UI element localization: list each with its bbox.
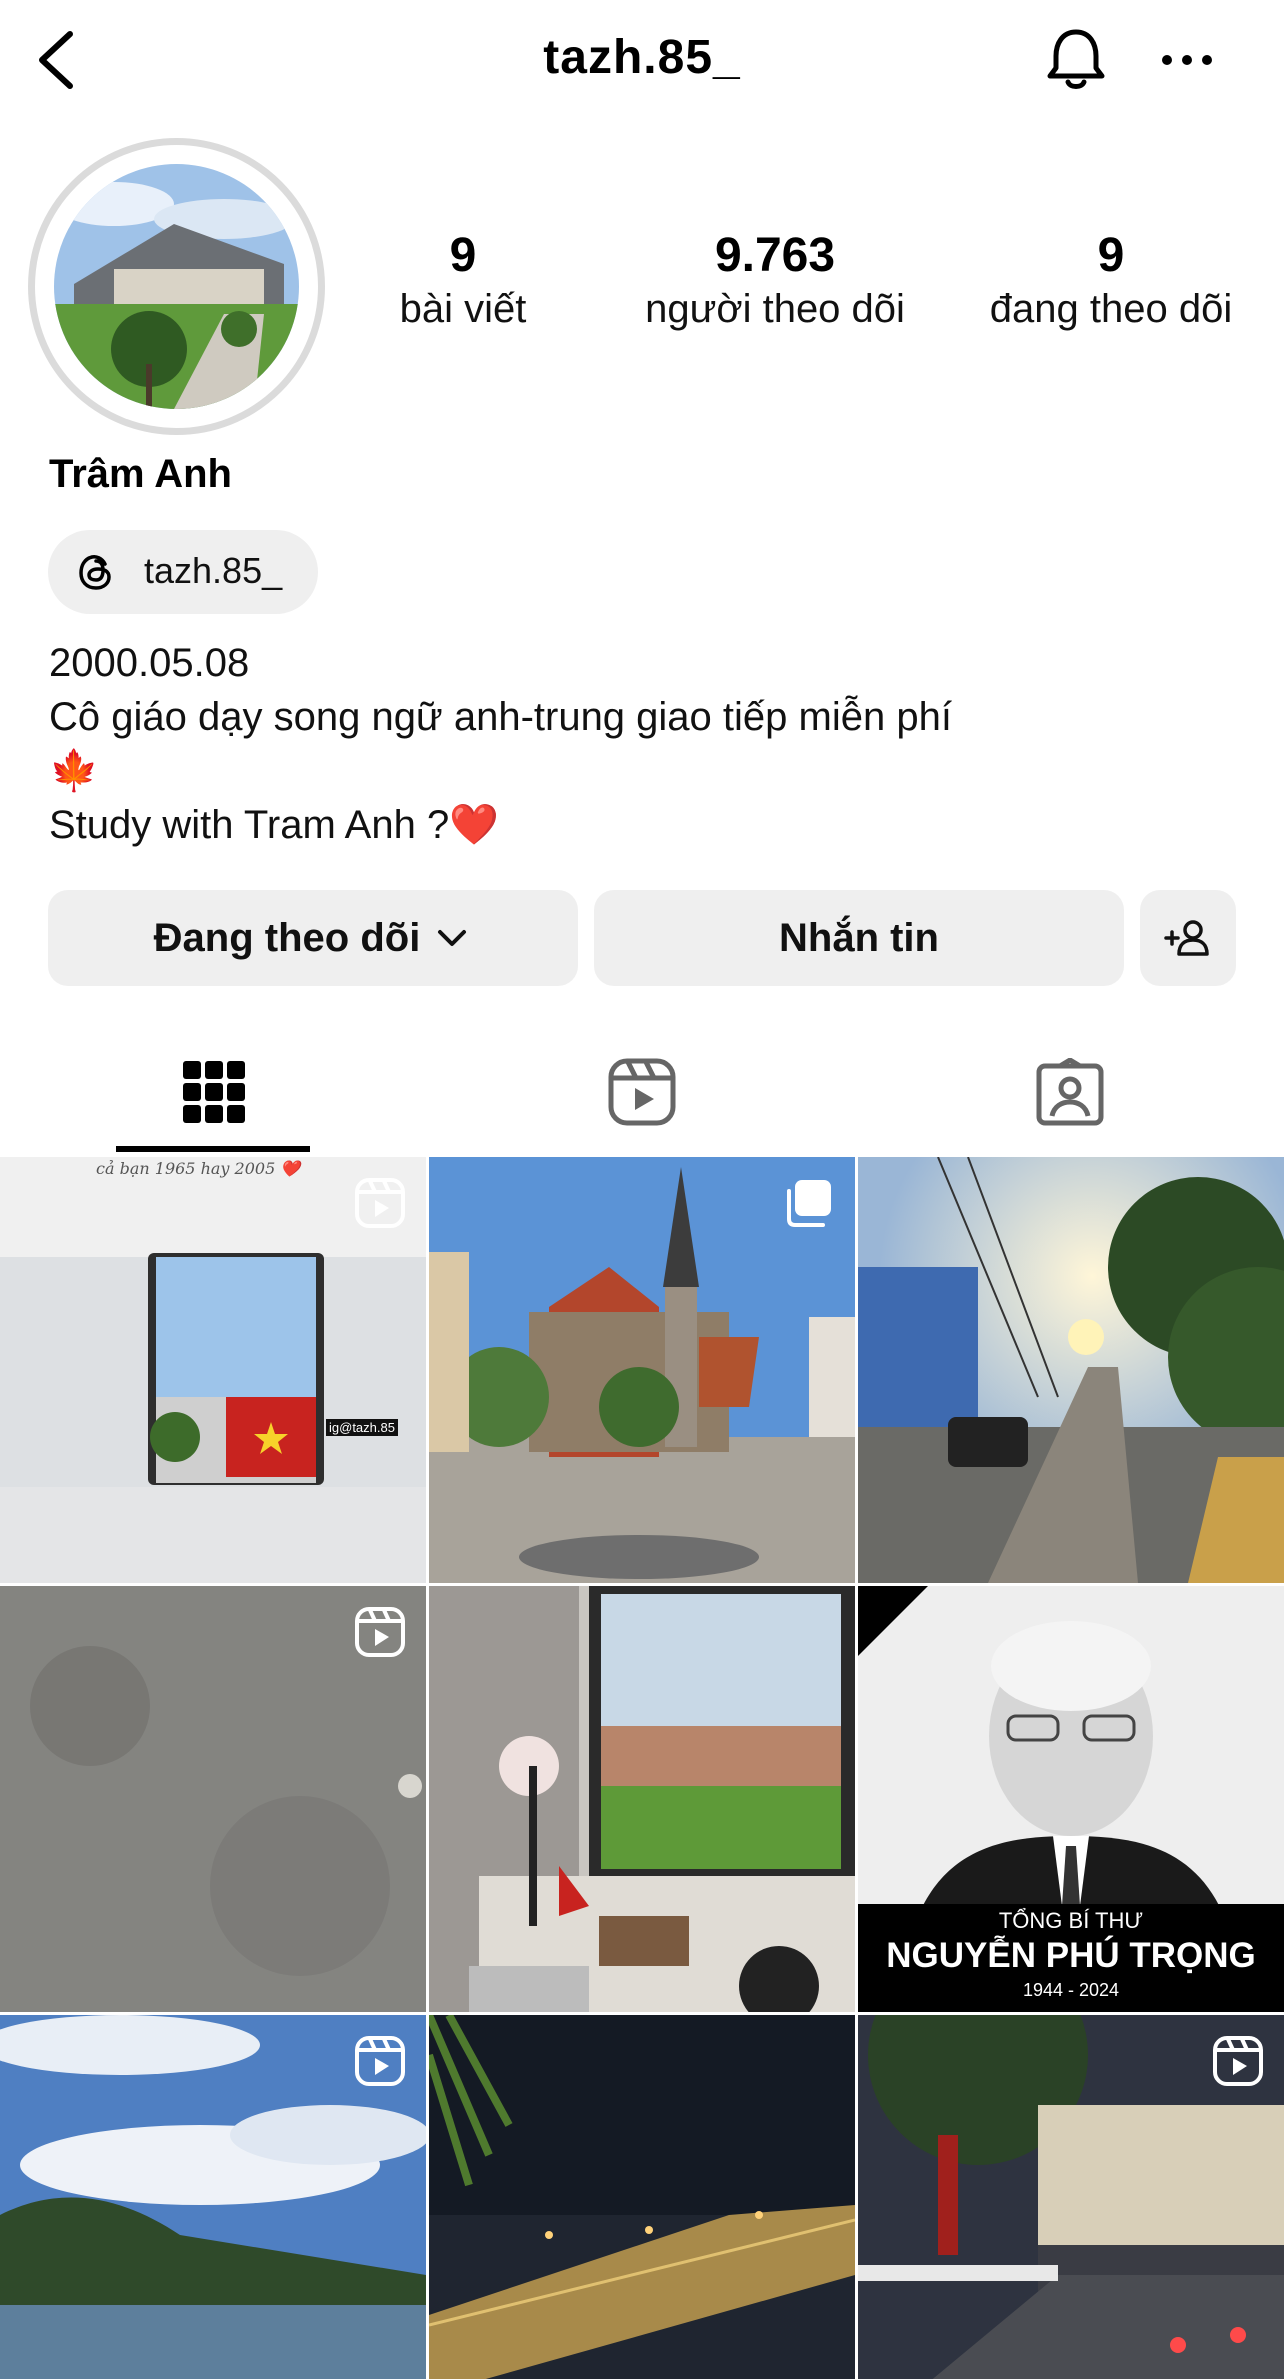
reel-badge-icon [355, 1607, 405, 1657]
grid-icon [183, 1061, 245, 1123]
reel-badge-icon [355, 2036, 405, 2086]
memorial-title: TỔNG BÍ THƯ [998, 1908, 1144, 1933]
bio-line: Study with Tram Anh ?❤️ [49, 803, 499, 847]
stat-followers-label: người theo dõi [645, 287, 905, 331]
bio-emoji: 🍁 [49, 749, 99, 793]
reel-badge-icon [1213, 2036, 1263, 2086]
message-button[interactable]: Nhắn tin [594, 890, 1124, 986]
more-options-button[interactable] [1152, 38, 1222, 82]
post-tile[interactable] [0, 2015, 426, 2379]
following-label: Đang theo dõi [153, 915, 421, 960]
stat-followers[interactable]: 9.763 người theo dõi [620, 228, 930, 334]
post-tile[interactable] [429, 1157, 855, 1583]
active-tab-indicator [116, 1146, 310, 1152]
posts-grid: cả bạn 1965 hay 2005 ❤️ ig@tazh.85 TỔNG … [0, 1157, 1284, 2379]
post-tile[interactable] [858, 1157, 1284, 1583]
display-name: Trâm Anh [49, 452, 232, 496]
message-label: Nhắn tin [779, 915, 939, 960]
tab-tagged[interactable] [856, 1030, 1284, 1154]
chevron-down-icon [438, 930, 467, 946]
stat-posts[interactable]: 9 bài viết [370, 228, 556, 334]
chevron-left-icon [39, 31, 73, 89]
suggested-users-button[interactable] [1140, 890, 1236, 986]
add-user-icon [1164, 920, 1209, 956]
tab-reels[interactable] [428, 1030, 856, 1154]
stat-following[interactable]: 9 đang theo dõi [948, 228, 1274, 334]
threads-handle: tazh.85_ [144, 550, 283, 591]
post-watermark: ig@tazh.85 [326, 1419, 398, 1436]
stat-posts-label: bài viết [399, 287, 527, 331]
stat-following-count: 9 [1097, 229, 1125, 282]
post-tile[interactable]: cả bạn 1965 hay 2005 ❤️ ig@tazh.85 [0, 1157, 426, 1583]
threads-link[interactable]: tazh.85_ [48, 530, 318, 614]
threads-icon [79, 555, 111, 590]
post-tile[interactable] [429, 2015, 855, 2379]
tagged-person-icon [1036, 1058, 1104, 1126]
top-bar: tazh.85_ [0, 0, 1284, 125]
avatar-image [54, 164, 299, 409]
more-dots-icon [1162, 55, 1212, 65]
stat-following-label: đang theo dõi [989, 287, 1233, 331]
bio-line: Cô giáo dạy song ngữ anh-trung giao tiếp… [49, 695, 952, 739]
post-tile[interactable] [0, 1586, 426, 2012]
stat-followers-count: 9.763 [714, 229, 836, 282]
memorial-name: NGUYỄN PHÚ TRỌNG [886, 1936, 1256, 1975]
post-tile[interactable] [429, 1586, 855, 2012]
profile-tabs [0, 1030, 1284, 1154]
back-button[interactable] [30, 28, 90, 92]
carousel-badge-icon [787, 1180, 831, 1227]
reels-icon [608, 1058, 676, 1126]
notifications-button[interactable] [1040, 24, 1112, 96]
profile-bio: 2000.05.08 Cô giáo dạy song ngữ anh-trun… [49, 636, 952, 852]
bell-icon [1047, 29, 1105, 89]
post-caption: cả bạn 1965 hay 2005 ❤️ [96, 1159, 301, 1178]
bio-birthdate: 2000.05.08 [49, 641, 250, 685]
tab-posts-grid[interactable] [0, 1030, 428, 1154]
following-dropdown-button[interactable]: Đang theo dõi [48, 890, 578, 986]
post-tile[interactable] [858, 2015, 1284, 2379]
reel-badge-icon [355, 1178, 405, 1228]
stat-posts-count: 9 [449, 229, 477, 282]
memorial-years: 1944 - 2024 [1022, 1980, 1120, 2000]
profile-avatar[interactable] [28, 138, 325, 435]
post-tile[interactable]: TỔNG BÍ THƯ NGUYỄN PHÚ TRỌNG 1944 - 2024 [858, 1586, 1284, 2012]
